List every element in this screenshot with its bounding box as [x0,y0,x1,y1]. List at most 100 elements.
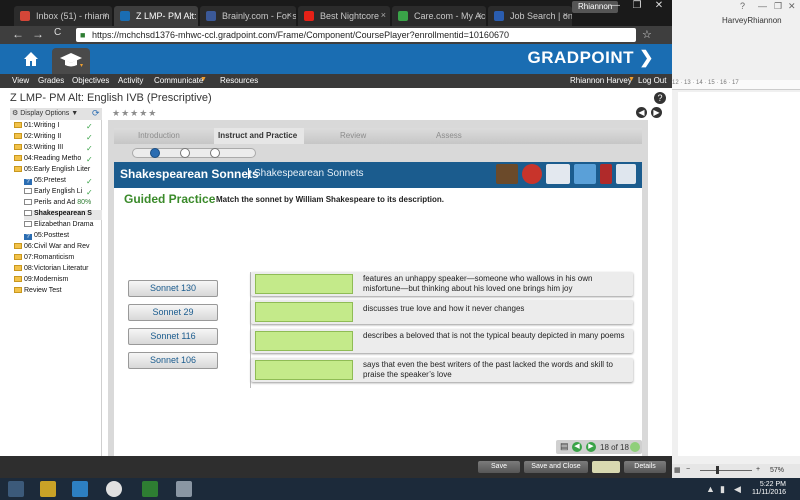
book-icon[interactable] [546,164,570,184]
print-icon[interactable] [616,164,636,184]
tab-brainly[interactable]: Brainly.com - For st × [200,6,296,26]
zoom-out-icon[interactable]: − [686,466,690,473]
activity-step-2[interactable] [180,148,190,158]
home-icon[interactable] [22,50,40,68]
save-button[interactable]: Save [478,461,520,473]
drop-target[interactable] [255,360,353,380]
drop-target[interactable] [255,302,353,322]
outline-item-posttest[interactable]: ? 05:Posttest [24,232,69,242]
tab-close-icon[interactable]: × [189,10,194,20]
sonnet-106-tile[interactable]: Sonnet 106 [128,352,218,369]
outline-item-early-english-lesson[interactable]: Early English Li [24,188,82,198]
word-help-icon[interactable]: ? [740,1,745,11]
help-icon[interactable]: ? [654,92,666,104]
pager-next-icon[interactable]: ▶ [586,442,596,452]
outline-item-modernism[interactable]: 09:Modernism [14,276,68,286]
phase-review[interactable]: Review [340,131,366,140]
outline-item-romanticism[interactable]: 07:Romanticism [14,254,74,264]
zoom-slider-thumb[interactable] [716,466,719,474]
bookmark-star-icon[interactable]: ☆ [642,28,652,41]
word-minimize-icon[interactable]: — [758,1,767,11]
sonnet-29-tile[interactable]: Sonnet 29 [128,304,218,321]
outline-item-review-test[interactable]: Review Test [14,287,62,297]
sonnet-130-tile[interactable]: Sonnet 130 [128,280,218,297]
close-icon[interactable]: ✕ [648,0,670,11]
view-mode-icon[interactable]: ▦ [674,466,681,474]
phase-assess[interactable]: Assess [436,131,462,140]
menu-grades[interactable]: Grades [38,76,64,85]
notes-icon[interactable]: ▤ [560,441,569,452]
outline-item-pretest[interactable]: ? 05:Pretest [24,177,66,187]
restore-icon[interactable]: ❐ [626,0,648,11]
refresh-icon[interactable]: ⟳ [92,108,102,118]
outline-item-early-english[interactable]: 05:Early English Liter [14,166,90,176]
drop-target[interactable] [255,274,353,294]
tab-care[interactable]: Care.com - My Acco × [392,6,486,26]
outline-item-writing-3[interactable]: 03:Writing III [14,144,63,154]
system-clock[interactable]: 5:22 PM 11/11/2016 [752,481,786,497]
prev-page-icon[interactable]: ◀ [636,107,647,118]
activity-step-3[interactable] [210,148,220,158]
menu-objectives[interactable]: Objectives [72,76,109,85]
menu-resources[interactable]: Resources [220,76,258,85]
publisher-icon[interactable] [142,481,158,497]
outline-item-victorian[interactable]: 08:Victorian Literatur [14,265,88,275]
tab-close-icon[interactable]: × [287,10,292,20]
volume-icon[interactable]: ◀ [734,484,741,495]
activity-step-1[interactable] [150,148,160,158]
tab-gmail[interactable]: Inbox (51) - rhiann × [14,6,112,26]
outline-item-reading-methods[interactable]: 04:Reading Metho [14,155,81,165]
blank-button[interactable] [592,461,620,473]
start-icon[interactable] [8,481,24,497]
zoom-in-icon[interactable]: + [756,466,760,473]
course-tab[interactable] [52,48,90,74]
url-field[interactable]: ■ https://mchchsd1376-mhwc-ccl.gradpoint… [76,28,636,42]
zoom-slider-track[interactable] [700,470,752,471]
menu-communicate[interactable]: Communicate [154,76,203,85]
dictionary-icon[interactable] [600,164,612,184]
target-icon[interactable] [522,164,542,184]
phase-instruct-practice[interactable]: Instruct and Practice [218,131,297,140]
tab-job-search[interactable]: Job Search | one se × [488,6,572,26]
next-page-icon[interactable]: ▶ [651,107,662,118]
tab-gradpoint[interactable]: Z LMP- PM Alt: Engl × [114,6,198,26]
menu-view[interactable]: View [12,76,29,85]
glossary-icon[interactable] [574,164,596,184]
forward-icon[interactable]: → [32,27,44,41]
user-name[interactable]: Rhiannon Harvey [570,76,632,85]
rating-stars[interactable]: ★★★★★ [112,108,157,119]
outline-item-writing-2[interactable]: 02:Writing II [14,133,61,143]
save-and-close-button[interactable]: Save and Close [524,461,588,473]
sonnet-116-tile[interactable]: Sonnet 116 [128,328,218,345]
word-taskbar-icon[interactable] [176,481,192,497]
calculator-icon[interactable] [496,164,518,184]
chrome-icon[interactable] [106,481,122,497]
network-icon[interactable]: ▮ [720,484,725,495]
logout-link[interactable]: Log Out [638,76,666,85]
tab-youtube[interactable]: Best Nightcore × [298,6,390,26]
pager-prev-icon[interactable]: ◀ [572,442,582,452]
word-page[interactable] [678,92,800,456]
minimize-icon[interactable]: — [604,0,626,11]
file-explorer-icon[interactable] [40,481,56,497]
outline-item-elizabethan-drama[interactable]: Elizabethan Drama [24,221,94,231]
outline-item-shakespearean-sonnets[interactable]: Shakespearean S [24,210,102,220]
reload-icon[interactable]: C [54,27,61,38]
media-icon[interactable] [72,481,88,497]
outline-item-writing-1[interactable]: 01:Writing I [14,122,59,132]
tab-close-icon[interactable]: × [477,10,482,20]
outline-item-civil-war[interactable]: 06:Civil War and Rev [14,243,90,253]
display-options-button[interactable]: ⚙ Display Options ▼ [10,108,102,120]
phase-introduction[interactable]: Introduction [138,131,180,140]
outline-item-perils[interactable]: Perils and Ad 80% [24,199,91,209]
word-restore-icon[interactable]: ❐ [774,1,782,12]
menu-activity[interactable]: Activity [118,76,143,85]
back-icon[interactable]: ← [12,27,24,41]
word-user-name[interactable]: HarveyRhiannon [722,16,782,25]
word-close-icon[interactable]: ✕ [788,1,796,12]
tab-close-icon[interactable]: × [381,10,386,20]
details-button[interactable]: Details [624,461,666,473]
drop-target[interactable] [255,331,353,351]
tray-arrow-icon[interactable]: ▲ [706,484,715,494]
tab-close-icon[interactable]: × [563,10,568,20]
